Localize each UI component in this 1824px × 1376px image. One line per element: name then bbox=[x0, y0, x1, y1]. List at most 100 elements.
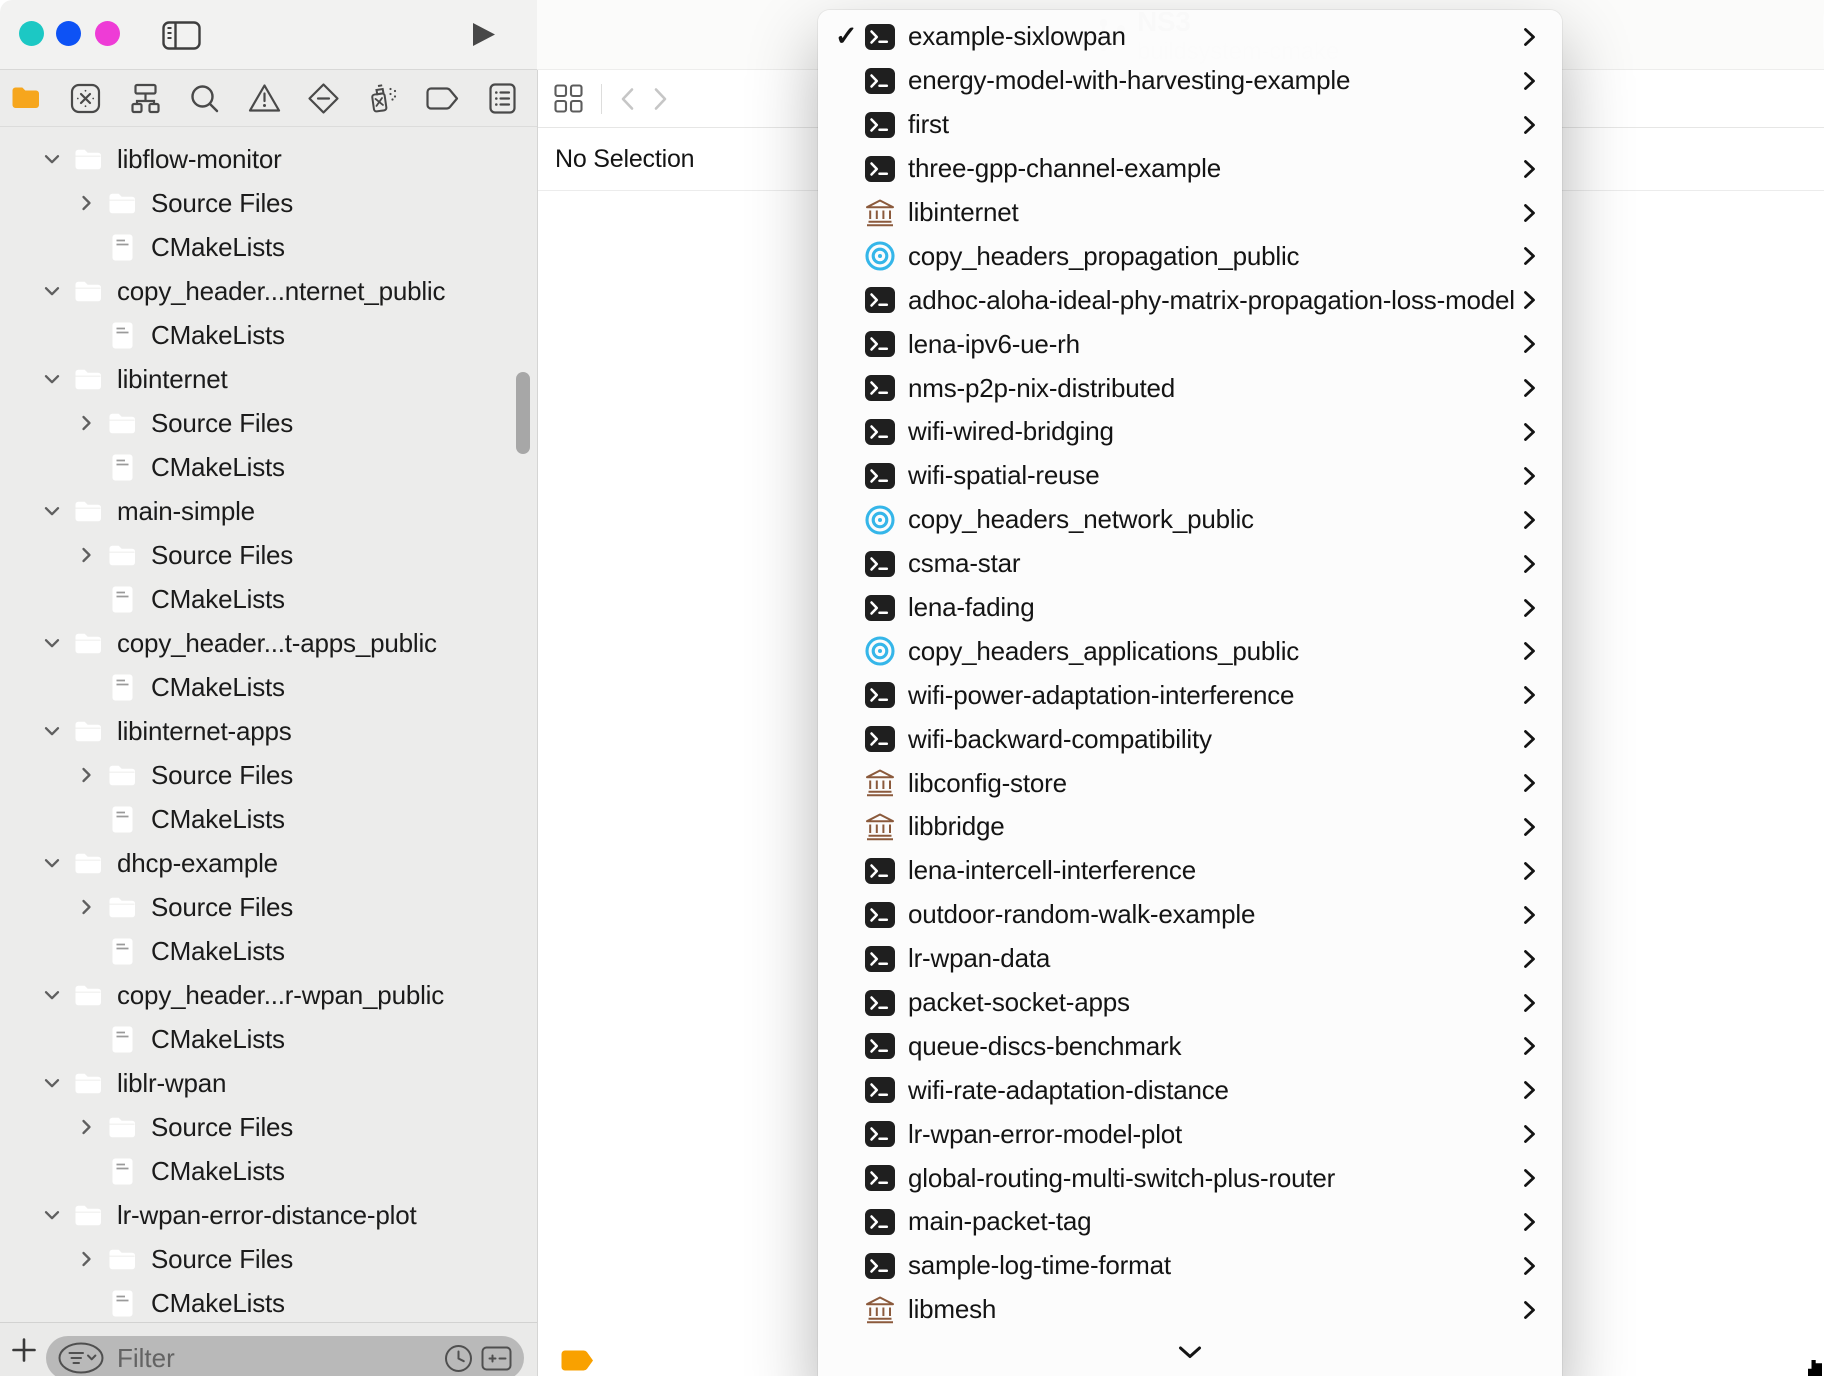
menu-item[interactable]: wifi-rate-adaptation-distance bbox=[818, 1068, 1562, 1112]
chevron-right-icon[interactable] bbox=[78, 1251, 94, 1267]
tree-row[interactable]: dhcp-example bbox=[0, 841, 530, 885]
menu-item[interactable]: wifi-spatial-reuse bbox=[818, 454, 1562, 498]
project-navigator-tab[interactable] bbox=[1, 70, 49, 126]
menu-item[interactable]: copy_headers_applications_public bbox=[818, 629, 1562, 673]
chevron-down-icon[interactable] bbox=[44, 858, 60, 869]
chevron-down-icon[interactable] bbox=[44, 286, 60, 297]
tree-row[interactable]: Source Files bbox=[0, 1105, 530, 1149]
chevron-down-icon[interactable] bbox=[44, 990, 60, 1001]
tree-row[interactable]: main-simple bbox=[0, 489, 530, 533]
minimize-window-button[interactable] bbox=[56, 21, 81, 46]
chevron-right-icon[interactable] bbox=[78, 195, 94, 211]
tree-row[interactable]: Source Files bbox=[0, 533, 530, 577]
tree-row[interactable]: CMakeLists bbox=[0, 313, 530, 357]
tree-row[interactable]: copy_header...t-apps_public bbox=[0, 621, 530, 665]
menu-item[interactable]: packet-socket-apps bbox=[818, 981, 1562, 1025]
menu-item[interactable]: energy-model-with-harvesting-example bbox=[818, 59, 1562, 103]
tree-row[interactable]: Source Files bbox=[0, 753, 530, 797]
add-button[interactable] bbox=[11, 1337, 37, 1363]
report-navigator-tab[interactable] bbox=[478, 70, 526, 126]
menu-item[interactable]: outdoor-random-walk-example bbox=[818, 893, 1562, 937]
menu-item[interactable]: wifi-backward-compatibility bbox=[818, 717, 1562, 761]
chevron-down-icon[interactable] bbox=[44, 506, 60, 517]
tree-row[interactable]: Source Files bbox=[0, 181, 530, 225]
tree-row[interactable]: CMakeLists bbox=[0, 577, 530, 621]
tree-row[interactable]: copy_header...r-wpan_public bbox=[0, 973, 530, 1017]
menu-item[interactable]: nms-p2p-nix-distributed bbox=[818, 366, 1562, 410]
menu-item[interactable]: libinternet bbox=[818, 191, 1562, 235]
go-back-icon[interactable] bbox=[620, 87, 635, 111]
tree-row[interactable]: CMakeLists bbox=[0, 1149, 530, 1193]
tree-row[interactable]: copy_header...nternet_public bbox=[0, 269, 530, 313]
tree-row[interactable]: CMakeLists bbox=[0, 1017, 530, 1061]
symbol-navigator-tab[interactable] bbox=[121, 70, 169, 126]
tree-row[interactable]: Source Files bbox=[0, 1237, 530, 1281]
chevron-right-icon[interactable] bbox=[78, 899, 94, 915]
debug-navigator-tab[interactable] bbox=[358, 70, 406, 126]
chevron-down-icon[interactable] bbox=[44, 726, 60, 737]
related-items-icon[interactable] bbox=[554, 84, 583, 113]
menu-item[interactable]: ✓ example-sixlowpan bbox=[818, 15, 1562, 59]
filter-input[interactable] bbox=[115, 1342, 444, 1375]
breakpoint-navigator-tab[interactable] bbox=[418, 70, 466, 126]
menu-item[interactable]: lena-intercell-interference bbox=[818, 849, 1562, 893]
tree-row[interactable]: libinternet bbox=[0, 357, 530, 401]
chevron-down-icon[interactable] bbox=[44, 1078, 60, 1089]
jump-bar-tag-icon[interactable] bbox=[561, 1350, 594, 1371]
menu-item[interactable]: first bbox=[818, 103, 1562, 147]
menu-item[interactable]: sample-log-time-format bbox=[818, 1244, 1562, 1288]
find-navigator-tab[interactable] bbox=[180, 70, 228, 126]
tree-row[interactable]: Source Files bbox=[0, 401, 530, 445]
test-navigator-tab[interactable] bbox=[299, 70, 347, 126]
chevron-right-icon[interactable] bbox=[78, 547, 94, 563]
tree-row[interactable]: CMakeLists bbox=[0, 797, 530, 841]
chevron-right-icon[interactable] bbox=[78, 415, 94, 431]
tree-row[interactable]: CMakeLists bbox=[0, 1281, 530, 1322]
tree-row[interactable]: CMakeLists bbox=[0, 225, 530, 269]
chevron-down-icon[interactable] bbox=[44, 638, 60, 649]
menu-item[interactable]: wifi-wired-bridging bbox=[818, 410, 1562, 454]
menu-item[interactable]: lena-fading bbox=[818, 586, 1562, 630]
tree-row[interactable]: libinternet-apps bbox=[0, 709, 530, 753]
menu-item[interactable]: csma-star bbox=[818, 542, 1562, 586]
menu-item[interactable]: copy_headers_propagation_public bbox=[818, 234, 1562, 278]
menu-item[interactable]: copy_headers_network_public bbox=[818, 498, 1562, 542]
menu-item[interactable]: libmesh bbox=[818, 1288, 1562, 1332]
menu-item[interactable]: queue-discs-benchmark bbox=[818, 1024, 1562, 1068]
toggle-sidebar-icon[interactable] bbox=[162, 21, 201, 50]
tree-row[interactable]: liblr-wpan bbox=[0, 1061, 530, 1105]
menu-item[interactable]: three-gpp-channel-example bbox=[818, 147, 1562, 191]
menu-item[interactable]: libbridge bbox=[818, 805, 1562, 849]
menu-item[interactable]: wifi-power-adaptation-interference bbox=[818, 673, 1562, 717]
tree-row[interactable]: CMakeLists bbox=[0, 665, 530, 709]
recent-files-clock-icon[interactable] bbox=[444, 1344, 473, 1373]
menu-item[interactable]: lr-wpan-error-model-plot bbox=[818, 1112, 1562, 1156]
tree-row[interactable]: CMakeLists bbox=[0, 929, 530, 973]
chevron-right-icon[interactable] bbox=[78, 767, 94, 783]
issue-navigator-tab[interactable] bbox=[240, 70, 288, 126]
menu-item[interactable]: lena-ipv6-ue-rh bbox=[818, 322, 1562, 366]
sidebar-scrollbar[interactable] bbox=[516, 372, 530, 454]
close-window-button[interactable] bbox=[19, 21, 44, 46]
zoom-window-button[interactable] bbox=[95, 21, 120, 46]
chevron-right-icon[interactable] bbox=[78, 1119, 94, 1135]
source-control-navigator-tab[interactable] bbox=[61, 70, 109, 126]
run-button[interactable] bbox=[467, 19, 498, 50]
chevron-down-icon[interactable] bbox=[44, 374, 60, 385]
tree-row[interactable]: libflow-monitor bbox=[0, 137, 530, 181]
document-icon bbox=[108, 322, 136, 349]
tree-row[interactable]: lr-wpan-error-distance-plot bbox=[0, 1193, 530, 1237]
source-control-status-filter-icon[interactable] bbox=[481, 1346, 512, 1371]
chevron-down-icon[interactable] bbox=[44, 1210, 60, 1221]
filter-field[interactable] bbox=[46, 1336, 524, 1376]
menu-item[interactable]: adhoc-aloha-ideal-phy-matrix-propagation… bbox=[818, 278, 1562, 322]
menu-item[interactable]: main-packet-tag bbox=[818, 1200, 1562, 1244]
tree-row[interactable]: CMakeLists bbox=[0, 445, 530, 489]
go-forward-icon[interactable] bbox=[653, 87, 668, 111]
chevron-down-icon[interactable] bbox=[44, 154, 60, 165]
menu-item[interactable]: lr-wpan-data bbox=[818, 937, 1562, 981]
menu-item[interactable]: libconfig-store bbox=[818, 761, 1562, 805]
menu-scroll-down-icon[interactable] bbox=[1178, 1346, 1202, 1359]
menu-item[interactable]: global-routing-multi-switch-plus-router bbox=[818, 1156, 1562, 1200]
tree-row[interactable]: Source Files bbox=[0, 885, 530, 929]
